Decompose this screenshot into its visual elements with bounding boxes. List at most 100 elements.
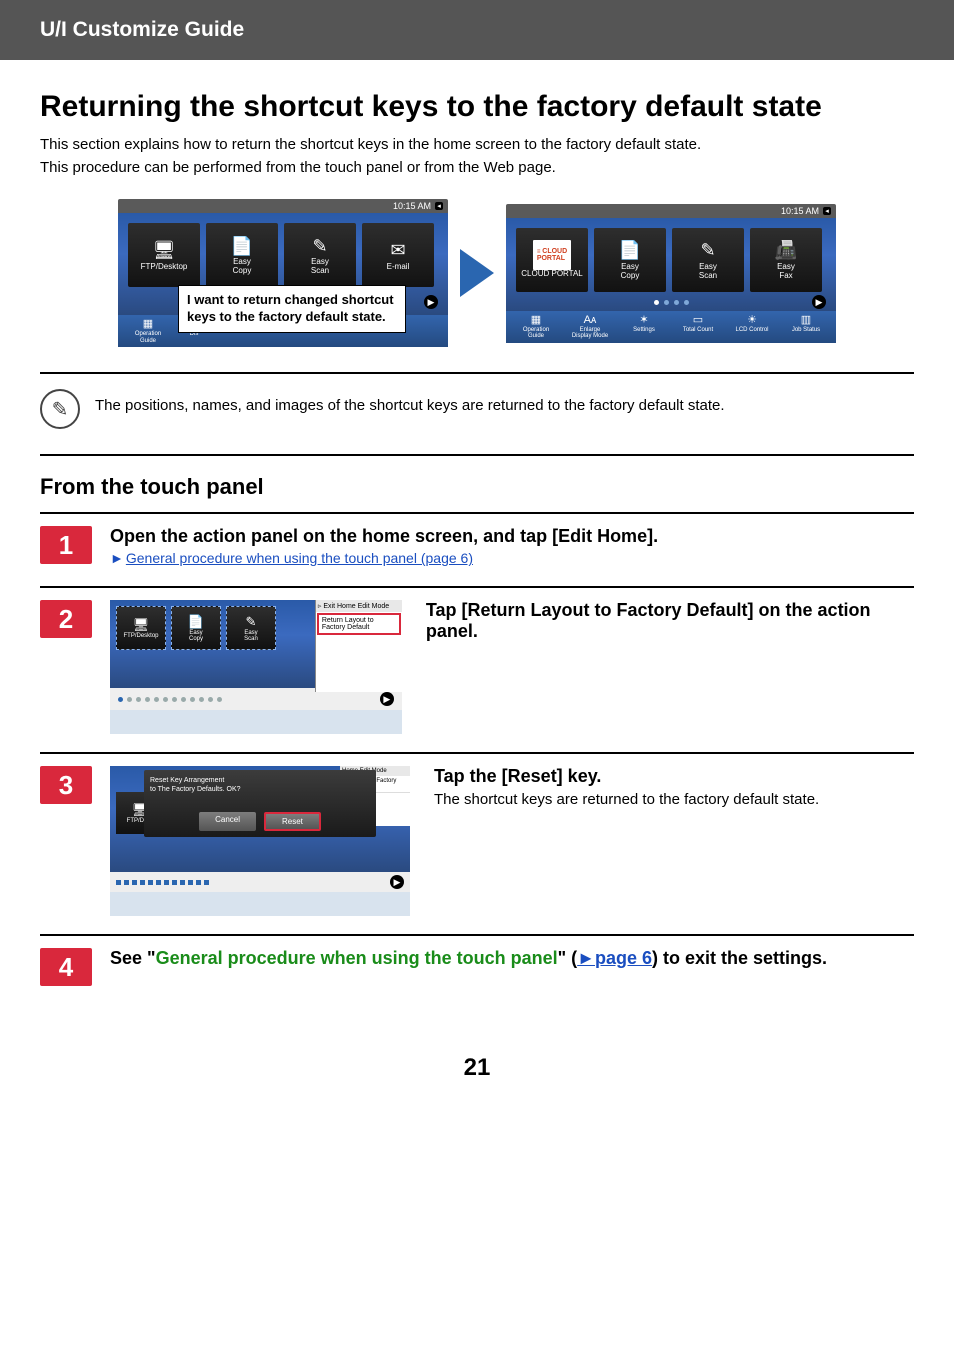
bottom-bar-label: Total Count [683,327,713,334]
step-number: 2 [40,600,92,638]
step4-green-link[interactable]: General procedure when using the touch p… [156,948,558,968]
shortcut-key[interactable]: ✉E-mail [362,223,434,287]
shortcut-key[interactable]: 📠Easy Fax [750,228,822,292]
note-icon: ✎ [40,389,80,429]
confirm-dialog: Reset Key Arrangement to The Factory Def… [144,770,376,837]
divider [40,454,914,456]
divider [40,372,914,374]
bottom-bar-label: Enlarge Display Mode [572,327,608,340]
bottom-bar-icon: ▥ [801,314,811,327]
step4-text: See "General procedure when using the to… [110,948,914,969]
intro-text: This section explains how to return the … [40,134,914,179]
speaker-icon: ◂ [823,207,831,215]
bottom-bar-icon: ▦ [143,318,153,331]
step-number: 1 [40,526,92,564]
shortcut-key-label: Easy Copy [233,258,252,276]
shortcut-key-icon: 📄 [231,234,253,258]
transition-arrow-icon [460,249,494,297]
before-after-diagram: 10:15 AM ◂ 🖥FTP/Desktop📄Easy Copy✎Easy S… [40,199,914,347]
step-1: 1 Open the action panel on the home scre… [40,512,914,586]
shortcut-key[interactable]: 🖥FTP/Desktop [116,606,166,650]
shortcut-key-icon: ✎ [246,614,257,630]
shortcut-key-label: E-mail [387,263,410,272]
shortcut-key-icon: 🖥 [133,617,150,633]
action-return-factory-default[interactable]: Return Layout to Factory Default [317,613,401,635]
page-dot[interactable] [664,300,669,305]
speaker-icon: ◂ [435,202,443,210]
page-number: 21 [40,1054,914,1082]
page-next-icon[interactable]: ▶ [424,295,438,309]
bottom-bar-icon: ☀ [747,314,757,327]
header-title: U/I Customize Guide [40,18,244,41]
intro-line1: This section explains how to return the … [40,134,914,157]
intro-line2: This procedure can be performed from the… [40,157,914,180]
page-next-icon[interactable]: ▶ [380,692,394,706]
shortcut-key-label: Easy Fax [777,263,795,281]
page-dot[interactable] [654,300,659,305]
page-next-icon[interactable]: ▶ [812,295,826,309]
step4-page-link[interactable]: ►page 6 [577,948,652,968]
bottom-bar-label: Operation Guide [135,331,161,344]
bottom-bar-item[interactable]: ☀LCD Control [732,314,772,340]
step2-screenshot: 🖥FTP/Desktop📄Easy Copy✎Easy Scan ▹Exit H… [110,600,402,734]
step-number: 3 [40,766,92,804]
shortcut-key[interactable]: 🖥FTP/Desktop [128,223,200,287]
bottom-bar-item[interactable]: AᴀEnlarge Display Mode [570,314,610,340]
bottom-bar-icon: ✶ [639,314,648,327]
shortcut-key[interactable]: ✎Easy Scan [672,228,744,292]
cancel-button[interactable]: Cancel [199,812,256,831]
shortcut-key-label: Easy Scan [311,258,329,276]
bottom-bar-item[interactable]: ▦Operation Guide [516,314,556,340]
bottom-bar-icon: ▭ [693,314,703,327]
bottom-bar-item[interactable]: ▭Total Count [678,314,718,340]
step1-link-text: General procedure when using the touch p… [126,550,473,566]
shortcut-key[interactable]: ≡ CLOUDPORTALCLOUD PORTAL [516,228,588,292]
bottom-bar-item[interactable]: ▥Job Status [786,314,826,340]
step1-link[interactable]: ►General procedure when using the touch … [110,550,473,566]
page-title: Returning the shortcut keys to the facto… [40,90,914,124]
shortcut-key-icon: ✎ [312,234,327,258]
shortcut-key[interactable]: ✎Easy Scan [226,606,276,650]
page-dot[interactable] [674,300,679,305]
subheading: From the touch panel [40,474,914,500]
callout-bubble: I want to return changed shortcut keys t… [178,285,406,333]
step3-screenshot: Home Edit Mode rn Layout to Factory ult … [110,766,410,916]
bottom-bar-label: Operation Guide [523,327,549,340]
shortcut-key-label: Easy Copy [621,263,640,281]
shortcut-key-icon: 🖥 [153,239,176,263]
bottom-bar-label: Job Status [792,327,820,334]
dialog-line1: Reset Key Arrangement [150,776,370,785]
time-label: 10:15 AM [781,206,819,216]
step-2: 2 🖥FTP/Desktop📄Easy Copy✎Easy Scan ▹Exit… [40,586,914,752]
shortcut-key-icon: 📄 [188,614,204,630]
bottom-bar-label: LCD Control [735,327,768,334]
step-3: 3 Home Edit Mode rn Layout to Factory ul… [40,752,914,934]
page-next-icon[interactable]: ▶ [390,875,404,889]
shortcut-key-label: Easy Copy [189,630,203,643]
step1-title: Open the action panel on the home screen… [110,526,914,547]
action-panel: ▹Exit Home Edit Mode Return Layout to Fa… [315,600,402,692]
shortcut-key[interactable]: 📄Easy Copy [171,606,221,650]
shortcut-key[interactable]: ✎Easy Scan [284,223,356,287]
action-panel-header[interactable]: ▹Exit Home Edit Mode [316,600,402,612]
bottom-bar-item[interactable]: ▦Operation Guide [128,318,168,344]
shortcut-key-label: FTP/Desktop [123,633,158,640]
time-label: 10:15 AM [393,201,431,211]
shortcut-key-label: Easy Scan [699,263,717,281]
page-dot[interactable] [684,300,689,305]
shortcut-key[interactable]: 📄Easy Copy [206,223,278,287]
bottom-bar-icon: ▦ [531,314,541,327]
screen-after: 10:15 AM ◂ ≡ CLOUDPORTALCLOUD PORTAL📄Eas… [506,204,836,343]
reset-button[interactable]: Reset [264,812,321,831]
step2-title: Tap [Return Layout to Factory Default] o… [426,600,914,642]
note-text: The positions, names, and images of the … [95,389,725,414]
shortcut-key[interactable]: 📄Easy Copy [594,228,666,292]
bottom-bar-item[interactable]: ✶Settings [624,314,664,340]
shortcut-key-icon: ≡ CLOUDPORTAL [533,240,571,270]
shortcut-key-label: Easy Scan [244,630,258,643]
dialog-line2: to The Factory Defaults. OK? [150,785,370,794]
bottom-bar-label: Settings [633,327,655,334]
bottom-bar-icon: Aᴀ [584,314,597,327]
step3-title: Tap the [Reset] key. [434,766,819,787]
header-bar: U/I Customize Guide [0,0,954,60]
